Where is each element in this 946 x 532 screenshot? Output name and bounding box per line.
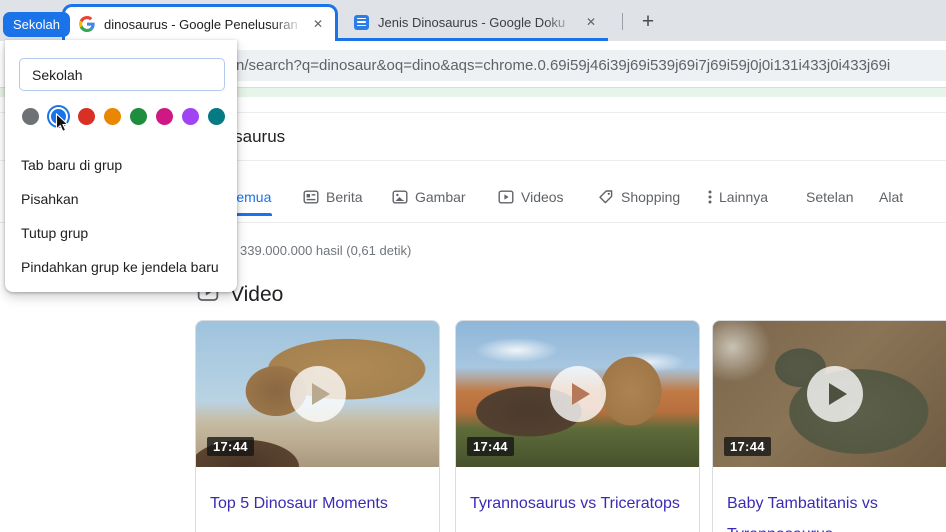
video-duration-badge: 17:44 xyxy=(207,437,254,456)
tools-link[interactable]: Alat xyxy=(879,189,903,205)
video-duration-badge: 17:44 xyxy=(724,437,771,456)
play-overlay-icon[interactable] xyxy=(550,366,606,422)
color-dot-green[interactable] xyxy=(130,108,147,125)
videos-icon xyxy=(498,189,514,205)
video-section-title: Video xyxy=(230,283,283,307)
browser-tab-docs[interactable]: Jenis Dinosaurus - Google Doku ✕ xyxy=(340,6,608,38)
tab-group-chip[interactable]: Sekolah xyxy=(3,12,70,37)
more-icon xyxy=(708,189,712,205)
tab-title: dinosaurus - Google Penelusuran xyxy=(104,17,309,32)
tab-berita-label: Berita xyxy=(326,189,363,205)
color-dot-cyan[interactable] xyxy=(208,108,225,125)
video-duration-badge: 17:44 xyxy=(467,437,514,456)
play-overlay-icon[interactable] xyxy=(807,366,863,422)
images-icon xyxy=(392,189,408,205)
menu-item-move-group-to-new-window[interactable]: Pindahkan grup ke jendela baru xyxy=(5,250,237,284)
tab-shopping-label: Shopping xyxy=(621,189,680,205)
tab-group-menu: Tab baru di grup Pisahkan Tutup grup Pin… xyxy=(5,40,237,292)
close-icon[interactable]: ✕ xyxy=(309,15,327,33)
tab-berita[interactable]: Berita xyxy=(303,189,363,205)
color-dot-purple[interactable] xyxy=(182,108,199,125)
menu-item-ungroup[interactable]: Pisahkan xyxy=(5,182,237,216)
tab-strip: Jenis Dinosaurus - Google Doku ✕ dinosau… xyxy=(0,0,946,41)
video-title-link[interactable]: Baby Tambatitanis vs Tyrannosaurus xyxy=(713,467,946,532)
tab-gambar-label: Gambar xyxy=(415,189,466,205)
tab-videos-label: Videos xyxy=(521,189,564,205)
color-dot-grey[interactable] xyxy=(22,108,39,125)
google-favicon xyxy=(79,16,95,32)
video-thumbnail[interactable]: 17:44 xyxy=(456,321,699,467)
settings-link[interactable]: Setelan xyxy=(806,189,853,205)
address-bar[interactable]: n/search?q=dinosaur&oq=dino&aqs=chrome.0… xyxy=(150,50,946,81)
color-dot-pink[interactable] xyxy=(156,108,173,125)
tab-lainnya-label: Lainnya xyxy=(719,189,768,205)
group-name-input[interactable] xyxy=(19,58,225,91)
address-bar-url: n/search?q=dinosaur&oq=dino&aqs=chrome.0… xyxy=(236,57,890,74)
menu-item-close-group[interactable]: Tutup grup xyxy=(5,216,237,250)
video-thumbnail[interactable]: 17:44 xyxy=(713,321,946,467)
video-card[interactable]: 17:44 Tyrannosaurus vs Triceratops xyxy=(455,320,700,532)
video-card[interactable]: 17:44 Baby Tambatitanis vs Tyrannosaurus xyxy=(712,320,946,532)
video-thumbnail[interactable]: 17:44 xyxy=(196,321,439,467)
tools-link-label: Alat xyxy=(879,189,903,205)
video-title-link[interactable]: Tyrannosaurus vs Triceratops xyxy=(456,467,699,519)
tab-videos[interactable]: Videos xyxy=(498,189,564,205)
tab-lainnya[interactable]: Lainnya xyxy=(708,189,768,205)
cursor-icon xyxy=(55,113,70,133)
news-icon xyxy=(303,189,319,205)
color-dot-red[interactable] xyxy=(78,108,95,125)
video-title-link[interactable]: Top 5 Dinosaur Moments xyxy=(196,467,439,519)
menu-item-new-tab-in-group[interactable]: Tab baru di grup xyxy=(5,148,237,182)
close-icon[interactable]: ✕ xyxy=(582,13,600,31)
tab-separator xyxy=(622,13,623,30)
new-tab-button[interactable]: + xyxy=(634,8,662,36)
browser-window: dinosaurus Semua Berita Gambar Videos Sh… xyxy=(0,0,946,532)
tab-title: Jenis Dinosaurus - Google Doku xyxy=(378,15,582,30)
settings-link-label: Setelan xyxy=(806,189,853,205)
result-stats: 339.000.000 hasil (0,61 detik) xyxy=(240,243,411,258)
tab-shopping[interactable]: Shopping xyxy=(598,189,680,205)
group-color-palette xyxy=(22,106,225,126)
browser-tab-search[interactable]: dinosaurus - Google Penelusuran ✕ xyxy=(62,4,338,41)
video-card[interactable]: 17:44 Top 5 Dinosaur Moments xyxy=(195,320,440,532)
color-dot-orange[interactable] xyxy=(104,108,121,125)
tab-gambar[interactable]: Gambar xyxy=(392,189,466,205)
google-docs-icon xyxy=(354,15,369,30)
play-overlay-icon[interactable] xyxy=(290,366,346,422)
shopping-icon xyxy=(598,189,614,205)
